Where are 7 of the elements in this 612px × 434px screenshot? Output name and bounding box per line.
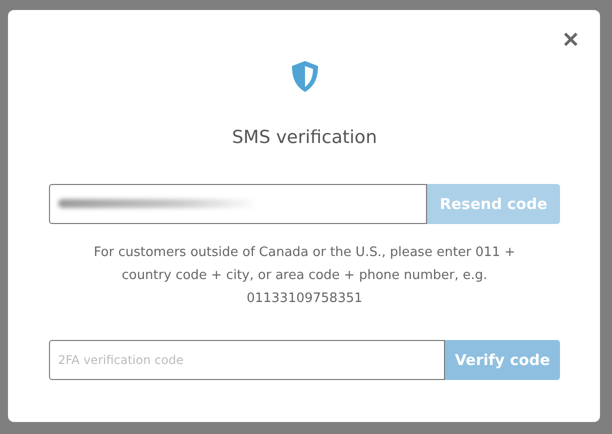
phone-field[interactable] — [49, 184, 427, 224]
verify-code-button[interactable]: Verify code — [444, 340, 560, 380]
verification-code-field[interactable]: 2FA verification code — [49, 340, 445, 380]
help-text: For customers outside of Canada or the U.S., please enter 011 + country code + city, or area code + phone number, e.g. 01133109758351 — [92, 244, 516, 308]
dialog-title: SMS verification — [232, 127, 377, 148]
close-button[interactable]: ✕ — [560, 30, 582, 52]
shield-icon — [290, 60, 320, 93]
